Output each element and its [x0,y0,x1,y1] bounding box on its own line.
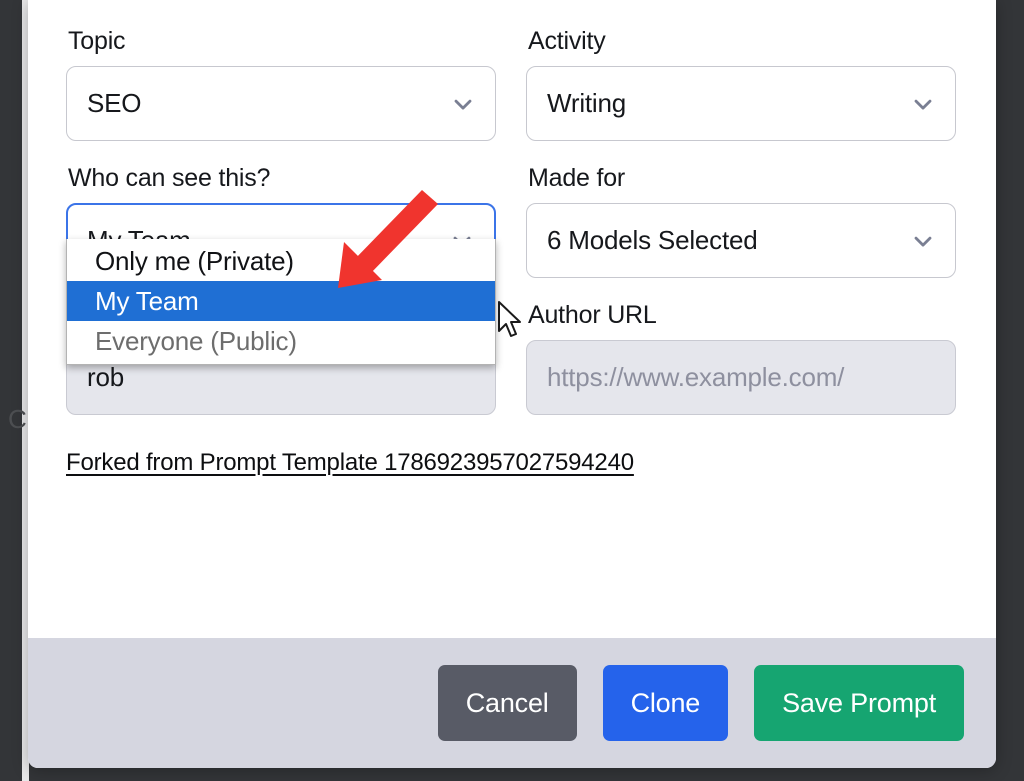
author-url-label: Author URL [528,301,657,329]
dropdown-option-my-team[interactable]: My Team [67,281,495,321]
form-grid: Topic SEO Activity Writing Who can see t… [66,26,958,437]
modal-body: Topic SEO Activity Writing Who can see t… [28,0,996,638]
author-value: rob [87,362,124,392]
dropdown-option-public[interactable]: Everyone (Public) [67,321,495,361]
field-visibility: Who can see this? My Team Only me (Priva… [66,163,496,365]
made-for-value: 6 Models Selected [547,225,758,255]
topic-label: Topic [68,27,126,55]
chevron-down-icon [909,90,937,118]
made-for-select[interactable]: 6 Models Selected [526,203,956,278]
made-for-label: Made for [528,164,626,192]
author-url-placeholder: https://www.example.com/ [547,362,845,392]
topic-value: SEO [87,88,142,118]
dropdown-option-private[interactable]: Only me (Private) [67,241,495,281]
visibility-dropdown-list[interactable]: Only me (Private) My Team Everyone (Publ… [66,239,496,365]
modal-footer: Cancel Clone Save Prompt [28,638,996,768]
field-made-for: Made for 6 Models Selected [526,163,956,278]
visibility-label: Who can see this? [68,164,271,192]
activity-value: Writing [547,88,627,118]
field-topic: Topic SEO [66,26,496,141]
forked-from-template-link[interactable]: Forked from Prompt Template 178692395702… [66,449,634,477]
cancel-button[interactable]: Cancel [437,665,577,741]
chevron-down-icon [449,90,477,118]
activity-select[interactable]: Writing [526,66,956,141]
chevron-down-icon [909,227,937,255]
field-author-url: Author URL https://www.example.com/ [526,300,956,415]
activity-label: Activity [528,27,606,55]
clone-button[interactable]: Clone [602,665,729,741]
backdrop-partial-text: C [8,404,27,434]
save-prompt-button[interactable]: Save Prompt [754,665,964,741]
prompt-settings-modal: Topic SEO Activity Writing Who can see t… [28,0,996,768]
screen: C Topic SEO Activity Writing Who can see… [0,0,1024,781]
field-activity: Activity Writing [526,26,956,141]
author-url-input[interactable]: https://www.example.com/ [526,340,956,415]
topic-select[interactable]: SEO [66,66,496,141]
